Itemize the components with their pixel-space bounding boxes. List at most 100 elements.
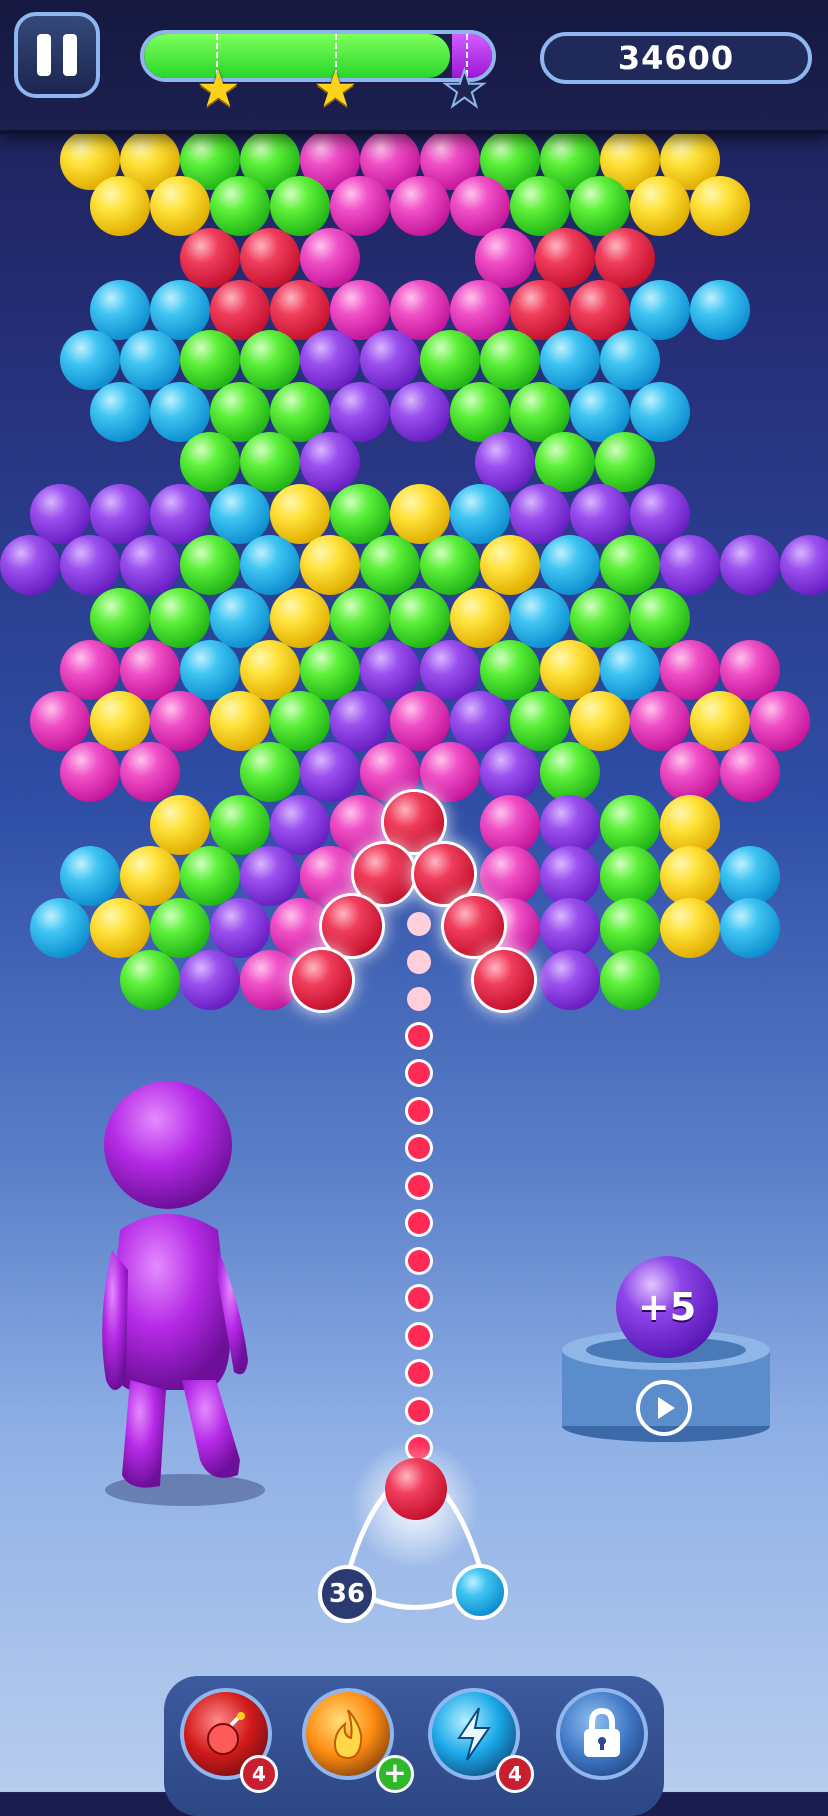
bubble-pink bbox=[30, 691, 90, 751]
pause-button[interactable] bbox=[14, 12, 100, 98]
bubble-purple bbox=[630, 484, 690, 544]
bubble-yellow bbox=[660, 846, 720, 906]
bubble-purple bbox=[540, 898, 600, 958]
aim-dot bbox=[407, 949, 431, 974]
bubble-yellow bbox=[270, 484, 330, 544]
aim-dot bbox=[408, 1062, 430, 1084]
bubble-green bbox=[600, 950, 660, 1010]
bubble-green bbox=[510, 691, 570, 751]
bubble-yellow bbox=[480, 535, 540, 595]
bubble-pink bbox=[390, 176, 450, 236]
bubble-green bbox=[150, 588, 210, 648]
bubble-green bbox=[420, 330, 480, 390]
bubble-purple bbox=[150, 484, 210, 544]
bubble-purple bbox=[480, 742, 540, 802]
bubble-red-target bbox=[444, 896, 504, 956]
bubble-blue bbox=[630, 382, 690, 442]
bubble-yellow bbox=[90, 691, 150, 751]
bubble-pink bbox=[300, 228, 360, 288]
aim-dot bbox=[408, 1174, 430, 1197]
bubble-red bbox=[535, 228, 595, 288]
bubble-pink bbox=[475, 228, 535, 288]
aim-dot bbox=[408, 1324, 430, 1347]
current-ball[interactable] bbox=[385, 1458, 447, 1520]
bubble-yellow bbox=[570, 691, 630, 751]
aim-dot bbox=[408, 1024, 430, 1047]
aim-dot bbox=[408, 1362, 430, 1384]
bubble-blue bbox=[180, 640, 240, 700]
fireball-icon bbox=[306, 1692, 390, 1776]
bubble-green bbox=[180, 846, 240, 906]
bubble-blue bbox=[450, 484, 510, 544]
bubble-green bbox=[120, 950, 180, 1010]
bubble-purple bbox=[475, 432, 535, 492]
bubble-purple bbox=[30, 484, 90, 544]
bubble-pink bbox=[240, 950, 300, 1010]
bubble-blue bbox=[600, 640, 660, 700]
bubble-blue bbox=[540, 535, 600, 595]
bubble-blue bbox=[720, 898, 780, 958]
bubble-red-target bbox=[322, 896, 382, 956]
bubble-green bbox=[210, 795, 270, 855]
bubble-yellow bbox=[450, 588, 510, 648]
bonus-label: +5 bbox=[637, 1285, 697, 1329]
bomb-count-badge: 4 bbox=[240, 1755, 278, 1793]
aim-dot bbox=[408, 1099, 430, 1122]
bubble-pink bbox=[330, 176, 390, 236]
bubble-purple bbox=[60, 535, 120, 595]
bubble-green bbox=[480, 640, 540, 700]
bubble-green bbox=[180, 432, 240, 492]
bubble-red-target bbox=[354, 844, 414, 904]
bubble-pink bbox=[120, 640, 180, 700]
bubble-board[interactable] bbox=[0, 130, 828, 1030]
bubble-green bbox=[240, 330, 300, 390]
fireball-add-badge[interactable]: + bbox=[376, 1755, 414, 1793]
bubble-green bbox=[390, 588, 450, 648]
bubble-yellow bbox=[630, 176, 690, 236]
top-bar: ★ ★ ★ 34600 bbox=[0, 0, 828, 134]
bubble-blue bbox=[120, 330, 180, 390]
aim-dot bbox=[408, 1287, 430, 1309]
bubble-purple bbox=[660, 535, 720, 595]
bubble-green bbox=[570, 588, 630, 648]
bubble-green bbox=[480, 330, 540, 390]
bubble-green bbox=[210, 176, 270, 236]
bubble-purple bbox=[300, 742, 360, 802]
bubble-pink bbox=[660, 742, 720, 802]
bubble-yellow bbox=[540, 640, 600, 700]
bubble-purple bbox=[90, 484, 150, 544]
bubble-pink bbox=[450, 176, 510, 236]
progress-fill bbox=[144, 34, 451, 78]
lock-icon bbox=[560, 1692, 644, 1776]
bubble-blue bbox=[90, 382, 150, 442]
bubble-pink bbox=[720, 742, 780, 802]
bubble-pink bbox=[630, 691, 690, 751]
bubble-red-target bbox=[384, 792, 444, 852]
watch-video-button[interactable] bbox=[636, 1380, 692, 1436]
bubble-blue bbox=[720, 846, 780, 906]
bubble-blue bbox=[30, 898, 90, 958]
bubble-green bbox=[540, 742, 600, 802]
bubble-yellow bbox=[210, 691, 270, 751]
bubble-purple bbox=[360, 640, 420, 700]
bubble-purple bbox=[210, 898, 270, 958]
bubble-green bbox=[300, 640, 360, 700]
bonus-balls-bubble[interactable]: +5 bbox=[616, 1256, 718, 1358]
bubble-purple bbox=[300, 432, 360, 492]
star-icon: ★ bbox=[313, 60, 358, 118]
bubble-purple bbox=[540, 846, 600, 906]
bubble-blue bbox=[60, 846, 120, 906]
bubble-pink bbox=[120, 742, 180, 802]
aim-dot bbox=[408, 1399, 430, 1422]
bubble-green bbox=[600, 898, 660, 958]
next-ball[interactable] bbox=[452, 1564, 508, 1620]
bubble-green bbox=[420, 535, 480, 595]
bubble-pink bbox=[660, 640, 720, 700]
bubble-green bbox=[510, 176, 570, 236]
locked-booster-slot[interactable] bbox=[556, 1688, 648, 1780]
bubble-purple bbox=[240, 846, 300, 906]
bubble-green bbox=[630, 588, 690, 648]
bubble-green bbox=[270, 176, 330, 236]
bubble-purple bbox=[0, 535, 60, 595]
bubble-pink bbox=[150, 691, 210, 751]
